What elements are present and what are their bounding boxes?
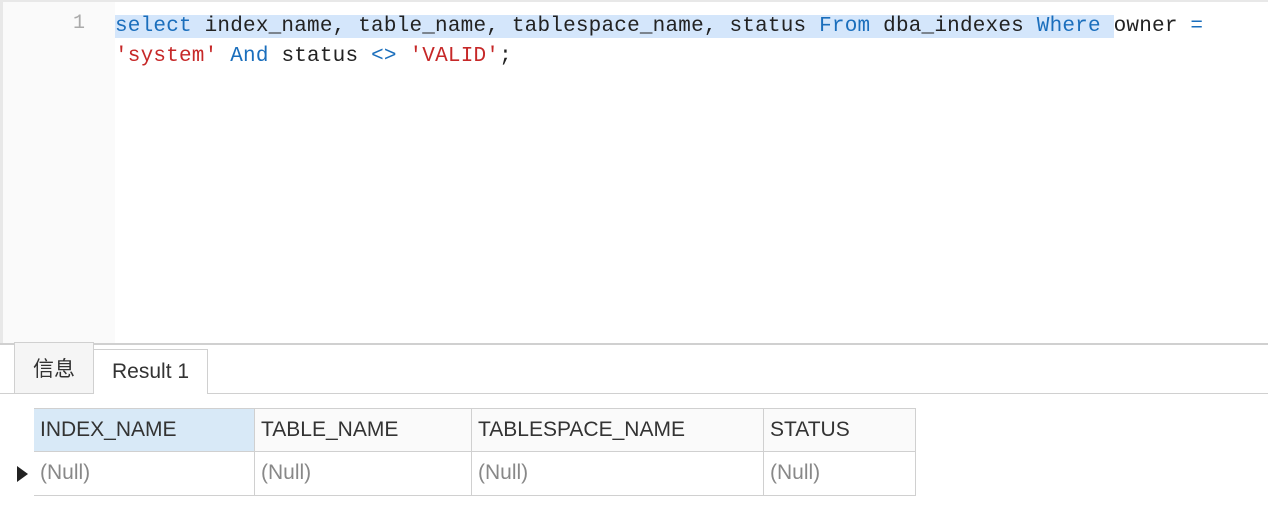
- result-grid-area: INDEX_NAMETABLE_NAMETABLESPACE_NAMESTATU…: [0, 394, 1268, 496]
- line-gutter: 1: [3, 2, 115, 343]
- column-header[interactable]: TABLE_NAME: [255, 408, 472, 452]
- result-grid[interactable]: INDEX_NAMETABLE_NAMETABLESPACE_NAMESTATU…: [10, 408, 1268, 496]
- sql-editor[interactable]: 1 select index_name, table_name, tablesp…: [0, 0, 1268, 343]
- cell[interactable]: (Null): [255, 452, 472, 496]
- code-token: [217, 45, 230, 68]
- code-content[interactable]: select index_name, table_name, tablespac…: [115, 2, 1268, 343]
- code-token: 'system': [115, 45, 217, 68]
- code-token: =: [1190, 15, 1203, 38]
- tab-result-1[interactable]: Result 1: [93, 349, 208, 394]
- column-header[interactable]: STATUS: [764, 408, 916, 452]
- code-token: <>: [371, 45, 397, 68]
- cell[interactable]: (Null): [764, 452, 916, 496]
- code-token: owner: [1114, 15, 1191, 38]
- row-header-corner: [10, 408, 34, 452]
- tab-messages[interactable]: 信息: [14, 342, 94, 393]
- column-header[interactable]: INDEX_NAME: [34, 408, 255, 452]
- result-tabs: 信息Result 1: [0, 345, 1268, 394]
- code-token: status: [269, 45, 371, 68]
- results-panel: 信息Result 1 INDEX_NAMETABLE_NAMETABLESPAC…: [0, 343, 1268, 496]
- code-token: Where: [1037, 15, 1101, 38]
- code-token: And: [230, 45, 268, 68]
- line-number: 1: [3, 12, 85, 35]
- code-token: [1203, 15, 1216, 38]
- cell[interactable]: (Null): [472, 452, 764, 496]
- table-row[interactable]: (Null)(Null)(Null)(Null): [10, 452, 1268, 496]
- code-token: index_name, table_name, tablespace_name,…: [192, 15, 819, 38]
- code-token: [397, 45, 410, 68]
- current-row-icon: [17, 466, 28, 482]
- row-indicator: [10, 452, 34, 496]
- grid-header-row: INDEX_NAMETABLE_NAMETABLESPACE_NAMESTATU…: [10, 408, 1268, 452]
- code-token: [1101, 15, 1114, 38]
- code-token: select: [115, 15, 192, 38]
- column-header[interactable]: TABLESPACE_NAME: [472, 408, 764, 452]
- code-token: dba_indexes: [870, 15, 1036, 38]
- code-token: From: [819, 15, 870, 38]
- code-token: 'VALID': [409, 45, 499, 68]
- cell[interactable]: (Null): [34, 452, 255, 496]
- code-token: ;: [499, 45, 512, 68]
